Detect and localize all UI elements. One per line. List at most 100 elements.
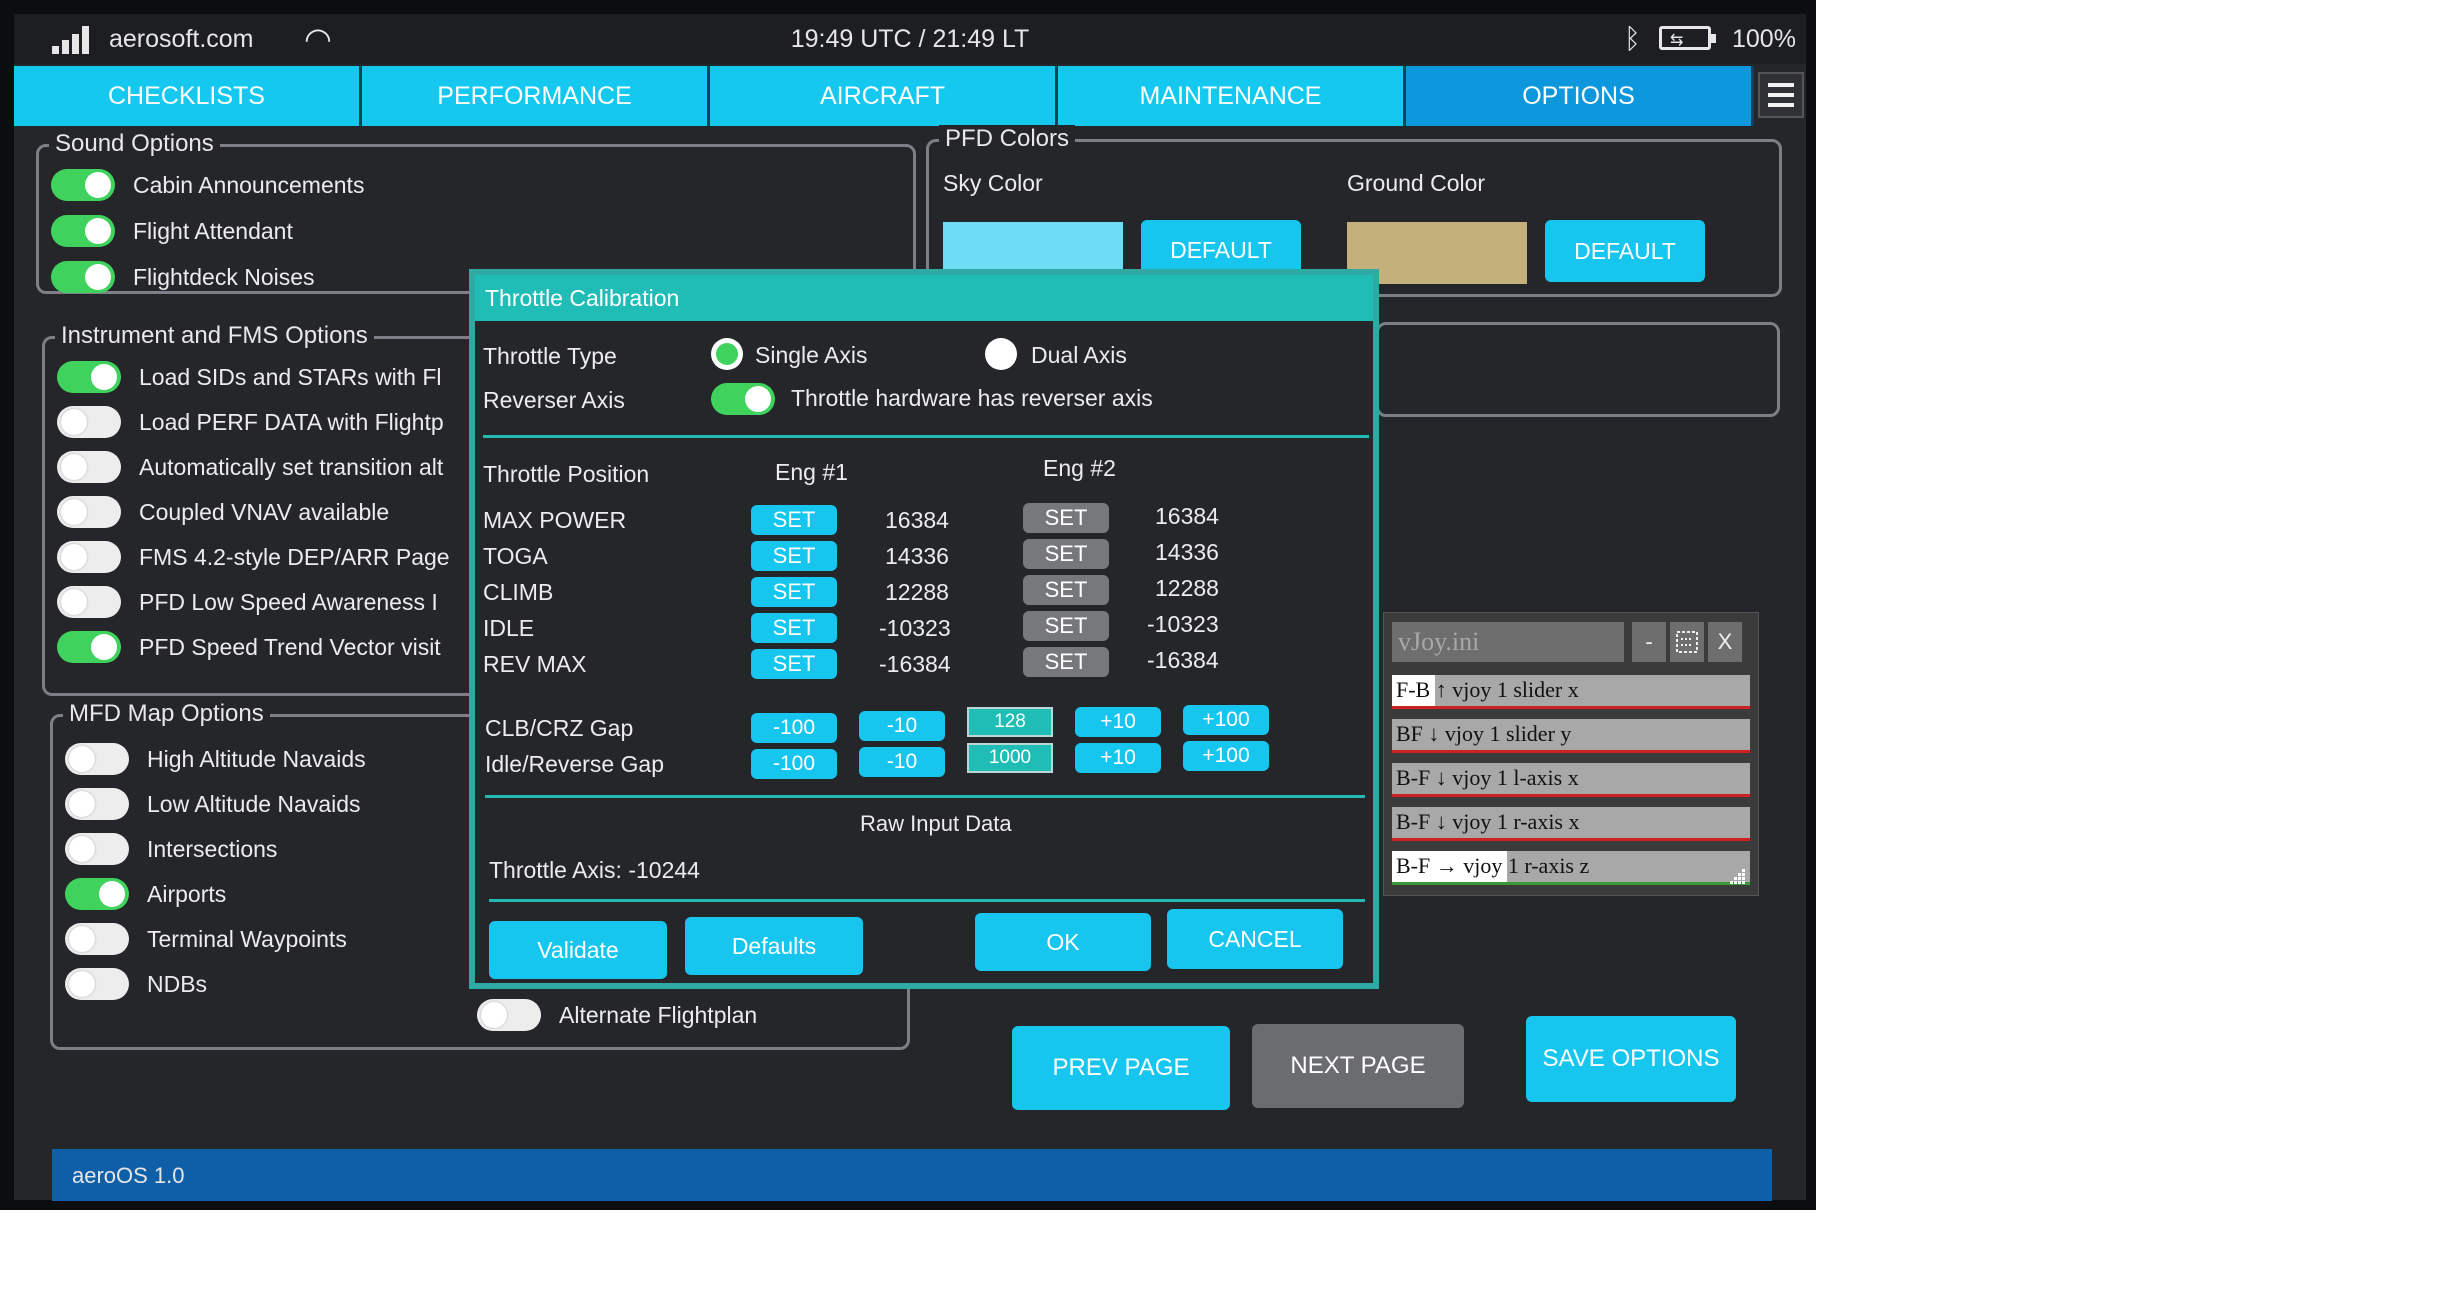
defaults-button[interactable]: Defaults: [685, 917, 863, 975]
eng1-header: Eng #1: [775, 459, 848, 485]
eng2-set-button[interactable]: SET: [1023, 539, 1109, 569]
eng1-value: 12288: [885, 579, 949, 605]
option-row: Flight Attendant: [51, 215, 293, 247]
gap-minus-10-button[interactable]: -10: [859, 747, 945, 777]
tab-checklists[interactable]: CHECKLISTS: [14, 66, 362, 126]
gap-plus-100-button[interactable]: +100: [1183, 705, 1269, 735]
option-label: Flightdeck Noises: [133, 263, 315, 290]
resize-grip-icon[interactable]: [1726, 865, 1746, 885]
load-sids-toggle[interactable]: [57, 361, 121, 393]
coupled-vnav-toggle[interactable]: [57, 496, 121, 528]
option-label: Low Altitude Navaids: [147, 790, 361, 817]
tab-performance[interactable]: PERFORMANCE: [362, 66, 710, 126]
eng2-set-button[interactable]: SET: [1023, 647, 1109, 677]
ndbs-toggle[interactable]: [65, 968, 129, 1000]
eng2-set-button[interactable]: SET: [1023, 575, 1109, 605]
pfd-low-speed-toggle[interactable]: [57, 586, 121, 618]
eng1-set-button[interactable]: SET: [751, 613, 837, 643]
pfd-colors-title: PFD Colors: [939, 125, 1076, 153]
close-button[interactable]: X: [1708, 622, 1742, 662]
cancel-button[interactable]: CANCEL: [1167, 909, 1343, 969]
option-row: Load SIDs and STARs with Fl: [57, 361, 442, 393]
gap-plus-10-button[interactable]: +10: [1075, 707, 1161, 737]
settings-grid-icon[interactable]: [1670, 622, 1704, 662]
throttle-type-label: Throttle Type: [483, 343, 617, 369]
tab-maintenance[interactable]: MAINTENANCE: [1058, 66, 1406, 126]
status-bar: aerosoft.com ◠ 19:49 UTC / 21:49 LT ᛒ ⇆ …: [14, 14, 1806, 64]
option-label: NDBs: [147, 970, 208, 997]
axis-label: B-F → vjoy 1 r-axis z: [1396, 853, 1590, 878]
alternate-flightplan-toggle[interactable]: [477, 999, 541, 1031]
reverser-axis-toggle[interactable]: [711, 383, 775, 415]
eng1-set-button[interactable]: SET: [751, 649, 837, 679]
reverser-axis-label: Reverser Axis: [483, 387, 625, 413]
low-altitude-navaids-toggle[interactable]: [65, 788, 129, 820]
sound-options-title: Sound Options: [49, 130, 220, 158]
eng2-set-button[interactable]: SET: [1023, 503, 1109, 533]
validate-button[interactable]: Validate: [489, 921, 667, 979]
tab-options[interactable]: OPTIONS: [1406, 66, 1754, 126]
vjoy-axis-row: B-F ↓ vjoy 1 l-axis x: [1392, 763, 1750, 797]
clock: 19:49 UTC / 21:49 LT: [790, 25, 1030, 53]
raw-input-value: Throttle Axis: -10244: [489, 857, 700, 883]
option-label: FMS 4.2-style DEP/ARR Page: [139, 543, 450, 570]
divider: [483, 435, 1369, 438]
terminal-waypoints-toggle[interactable]: [65, 923, 129, 955]
ground-default-button[interactable]: DEFAULT: [1545, 220, 1705, 282]
flight-attendant-toggle[interactable]: [51, 215, 115, 247]
dialog-title: Throttle Calibration: [475, 275, 1373, 321]
throttle-position-label: Throttle Position: [483, 461, 650, 487]
load-perf-data-toggle[interactable]: [57, 406, 121, 438]
hamburger-menu-icon[interactable]: [1758, 72, 1804, 118]
single-axis-label: Single Axis: [755, 342, 868, 368]
prev-page-button[interactable]: PREV PAGE: [1012, 1026, 1230, 1110]
empty-options-group: [1376, 322, 1780, 417]
option-row: Alternate Flightplan: [477, 999, 757, 1031]
gap-minus-100-button[interactable]: -100: [751, 713, 837, 743]
cabin-announcements-toggle[interactable]: [51, 169, 115, 201]
eng2-value: 16384: [1155, 503, 1219, 529]
raw-input-title: Raw Input Data: [860, 811, 1012, 836]
battery-percent: 100%: [1732, 25, 1796, 53]
tab-aircraft[interactable]: AIRCRAFT: [710, 66, 1058, 126]
ok-button[interactable]: OK: [975, 913, 1151, 971]
flightdeck-noises-toggle[interactable]: [51, 261, 115, 293]
minimize-button[interactable]: -: [1632, 622, 1666, 662]
eng1-set-button[interactable]: SET: [751, 541, 837, 571]
gap-plus-100-button[interactable]: +100: [1183, 741, 1269, 771]
next-page-button[interactable]: NEXT PAGE: [1252, 1024, 1464, 1108]
option-row: Terminal Waypoints: [65, 923, 347, 955]
position-name: MAX POWER: [483, 507, 627, 533]
gap-minus-100-button[interactable]: -100: [751, 749, 837, 779]
eng1-set-button[interactable]: SET: [751, 577, 837, 607]
intersections-toggle[interactable]: [65, 833, 129, 865]
option-label: Load SIDs and STARs with Fl: [139, 363, 442, 390]
pfd-speed-trend-toggle[interactable]: [57, 631, 121, 663]
single-axis-radio[interactable]: [711, 338, 743, 370]
option-row: Automatically set transition alt: [57, 451, 443, 483]
vjoy-title: vJoy.ini: [1392, 622, 1624, 662]
auto-transition-alt-toggle[interactable]: [57, 451, 121, 483]
gap-label: CLB/CRZ Gap: [485, 715, 634, 741]
clb-crz-gap-value: 128: [967, 707, 1053, 737]
axis-label: B-F ↓ vjoy 1 r-axis x: [1396, 809, 1580, 834]
position-name: CLIMB: [483, 579, 554, 605]
option-label: Automatically set transition alt: [139, 453, 444, 480]
high-altitude-navaids-toggle[interactable]: [65, 743, 129, 775]
fms-options-title: Instrument and FMS Options: [55, 322, 374, 350]
eng1-set-button[interactable]: SET: [751, 505, 837, 535]
save-options-button[interactable]: SAVE OPTIONS: [1526, 1016, 1736, 1102]
fms-options-group: Instrument and FMS Options Load SIDs and…: [42, 322, 482, 696]
eng2-set-button[interactable]: SET: [1023, 611, 1109, 641]
airports-toggle[interactable]: [65, 878, 129, 910]
option-row: NDBs: [65, 968, 207, 1000]
eng1-value: 16384: [885, 507, 949, 533]
fms-dep-arr-toggle[interactable]: [57, 541, 121, 573]
gap-plus-10-button[interactable]: +10: [1075, 743, 1161, 773]
dual-axis-radio[interactable]: [985, 338, 1017, 370]
option-row: Flightdeck Noises: [51, 261, 315, 293]
gap-minus-10-button[interactable]: -10: [859, 711, 945, 741]
option-label: Load PERF DATA with Flightp: [139, 408, 444, 435]
gap-label: Idle/Reverse Gap: [485, 751, 664, 777]
option-row: PFD Low Speed Awareness I: [57, 586, 438, 618]
